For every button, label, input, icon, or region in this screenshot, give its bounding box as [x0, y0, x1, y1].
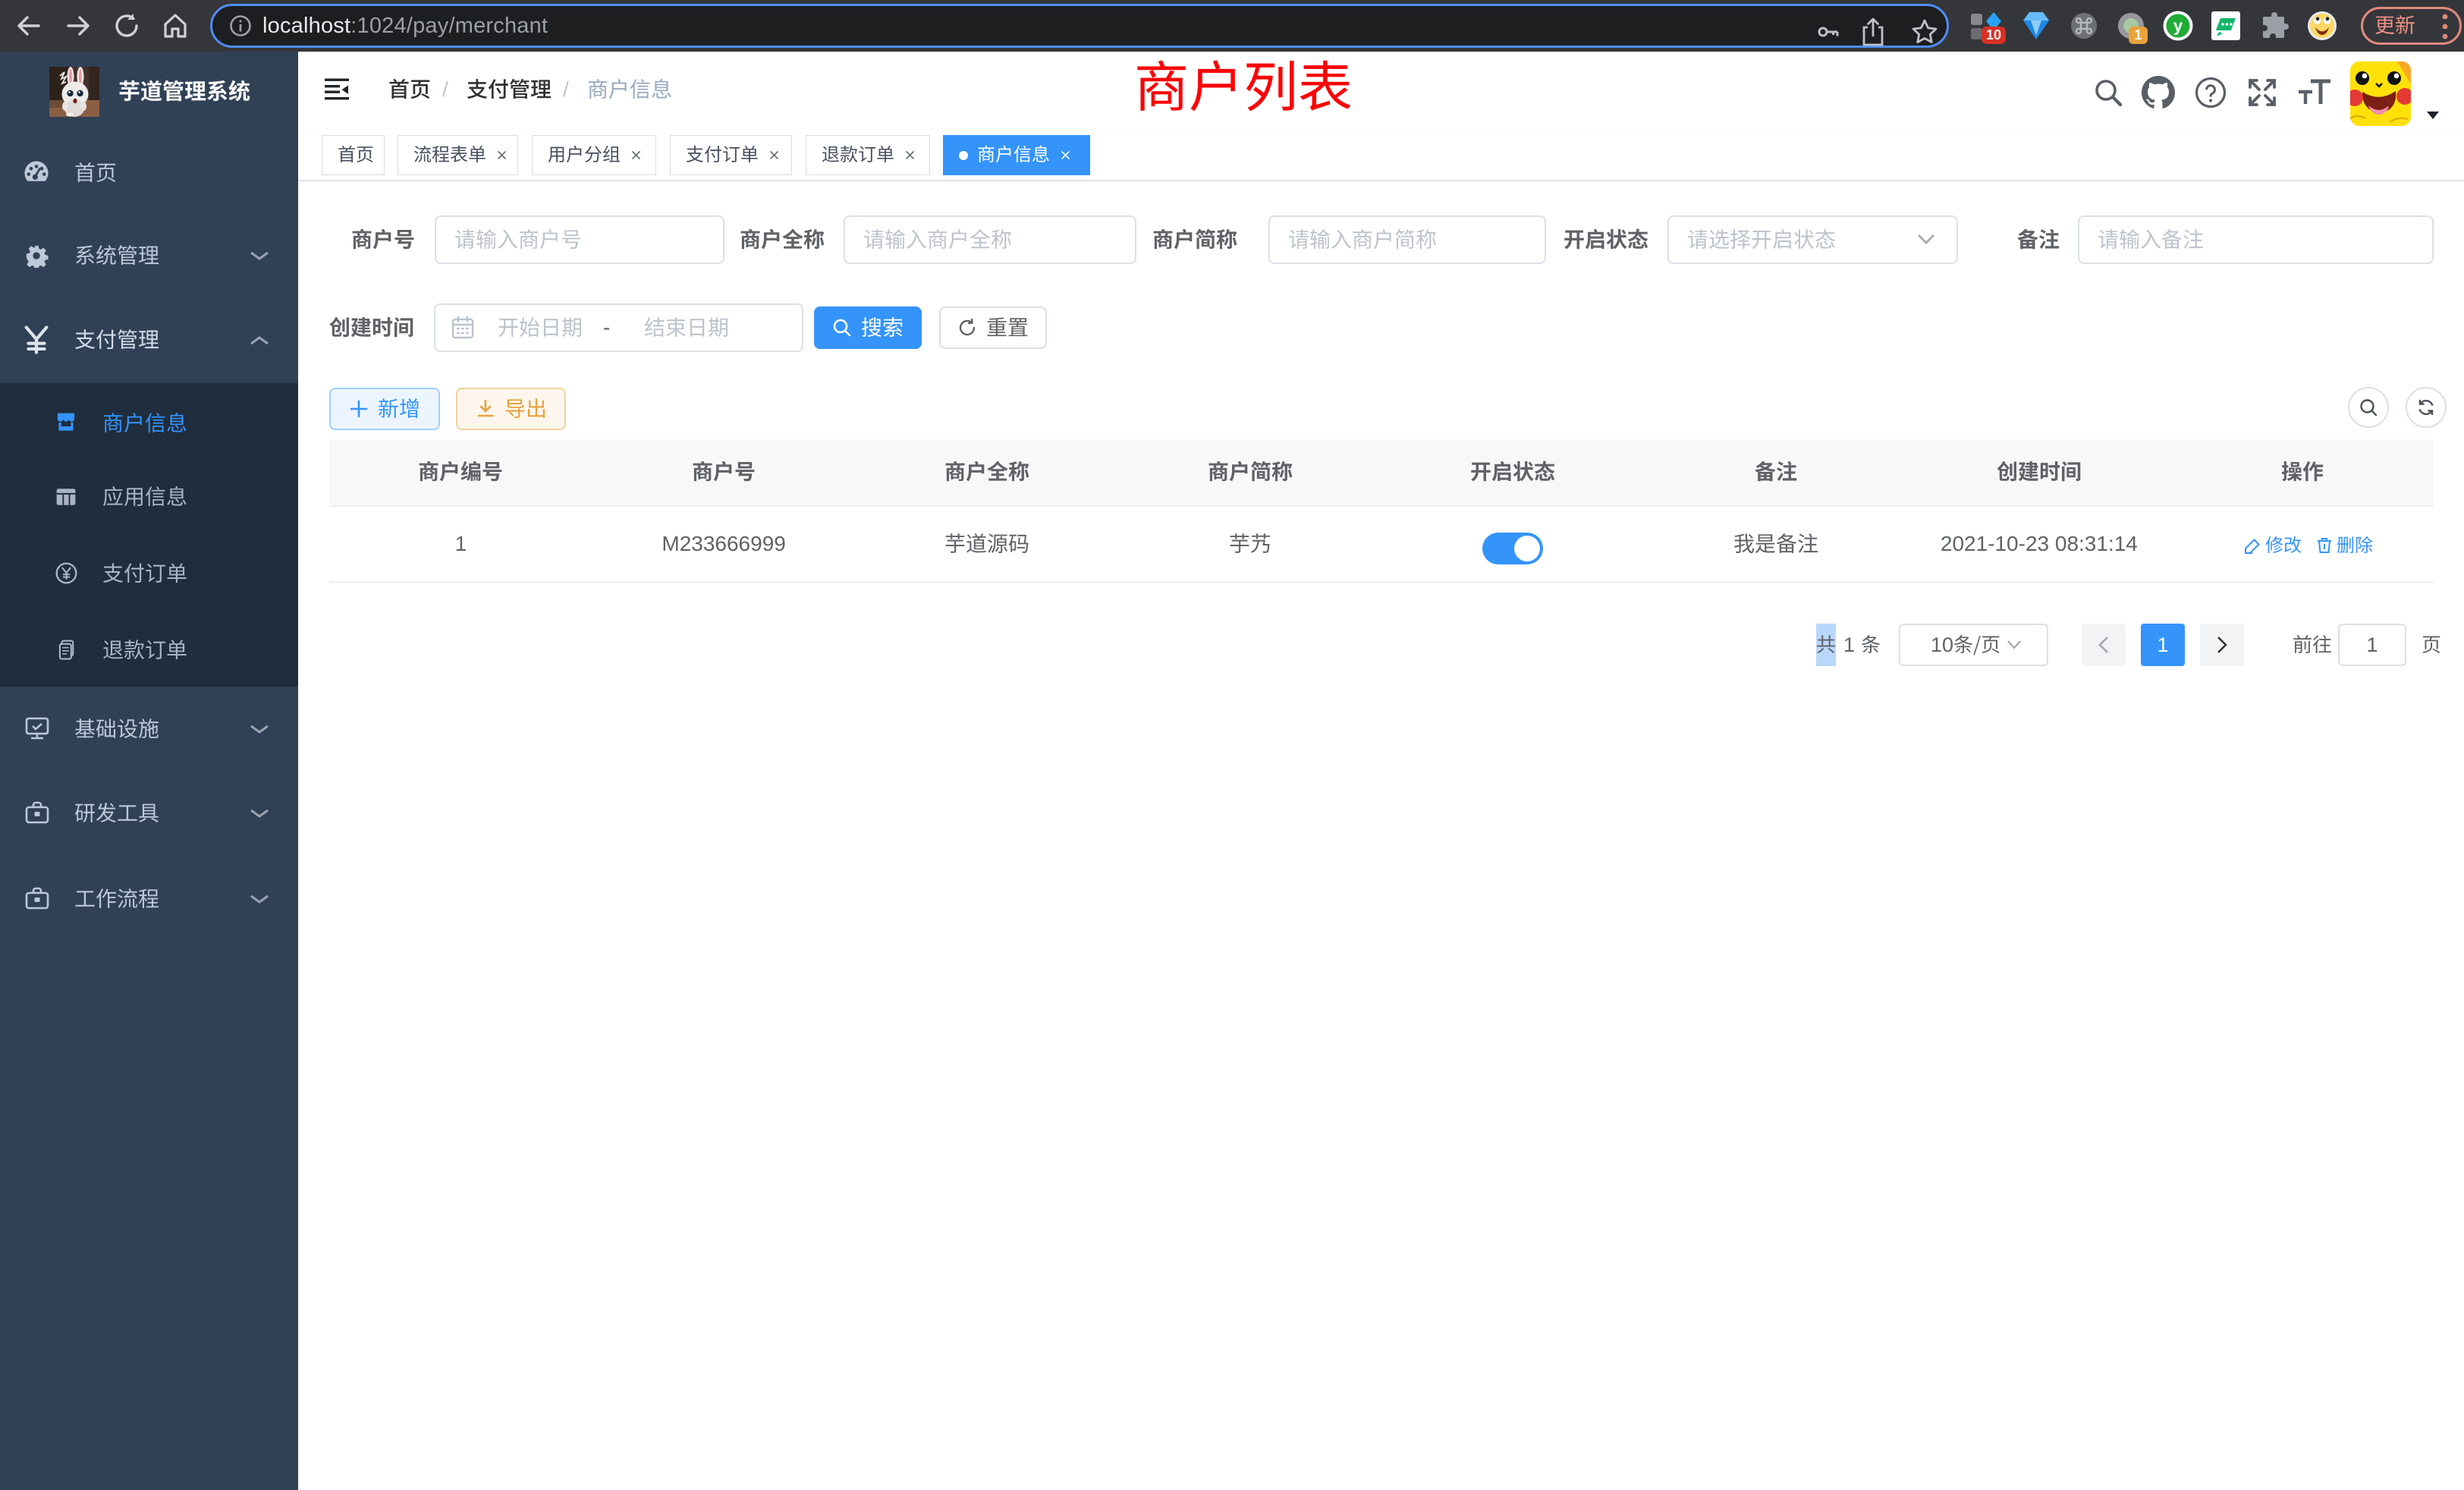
svg-text:y: y — [2173, 17, 2183, 36]
